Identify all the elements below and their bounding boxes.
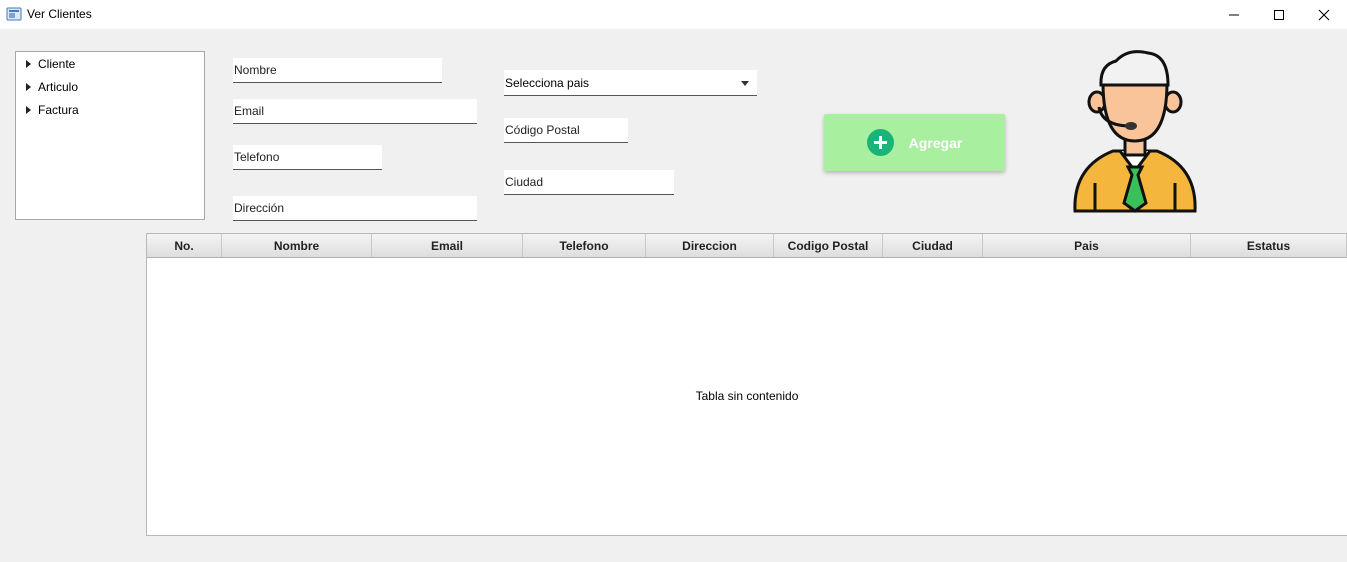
ciudad-input[interactable] — [504, 170, 674, 194]
column-header-estatus[interactable]: Estatus — [1191, 234, 1347, 257]
tree-item-articulo[interactable]: Articulo — [26, 77, 78, 97]
close-button[interactable] — [1301, 0, 1347, 29]
plus-circle-icon — [866, 129, 894, 156]
chevron-down-icon[interactable] — [741, 81, 749, 86]
expand-arrow-icon[interactable] — [26, 60, 31, 68]
table-header: No. Nombre Email Telefono Direccion Codi… — [147, 234, 1347, 258]
column-header-nombre[interactable]: Nombre — [222, 234, 372, 257]
agregar-button[interactable]: Agregar — [824, 114, 1005, 171]
email-field — [233, 99, 477, 124]
minimize-button[interactable] — [1211, 0, 1257, 29]
column-header-telefono[interactable]: Telefono — [523, 234, 646, 257]
title-bar: Ver Clientes — [0, 0, 1347, 29]
tree-item-label: Cliente — [38, 57, 76, 71]
ciudad-field — [504, 170, 674, 195]
minimize-icon — [1229, 14, 1239, 15]
column-header-no[interactable]: No. — [147, 234, 222, 257]
column-header-ciudad[interactable]: Ciudad — [883, 234, 983, 257]
codigo-postal-field — [504, 118, 628, 143]
telefono-field — [233, 145, 382, 170]
nombre-field — [233, 58, 442, 83]
expand-arrow-icon[interactable] — [26, 83, 31, 91]
column-header-direccion[interactable]: Direccion — [646, 234, 774, 257]
support-agent-icon — [1073, 50, 1197, 213]
column-header-pais[interactable]: Pais — [983, 234, 1191, 257]
pais-select-value: Selecciona pais — [505, 76, 590, 90]
window-title: Ver Clientes — [27, 7, 92, 21]
main-content: Cliente Articulo Factura Selecciona pais… — [0, 29, 1347, 562]
column-header-email[interactable]: Email — [372, 234, 523, 257]
tree-item-factura[interactable]: Factura — [26, 100, 79, 120]
email-input[interactable] — [233, 99, 477, 123]
telefono-input[interactable] — [233, 145, 382, 169]
close-icon — [1318, 9, 1330, 20]
pais-select[interactable]: Selecciona pais — [504, 70, 757, 96]
navigation-tree: Cliente Articulo Factura — [15, 51, 205, 220]
agregar-button-label: Agregar — [908, 134, 963, 151]
direccion-field — [233, 196, 477, 221]
expand-arrow-icon[interactable] — [26, 106, 31, 114]
direccion-input[interactable] — [233, 196, 477, 220]
tree-item-label: Factura — [38, 103, 79, 117]
tree-item-cliente[interactable]: Cliente — [26, 54, 75, 74]
codigo-postal-input[interactable] — [504, 118, 628, 142]
column-header-codigo-postal[interactable]: Codigo Postal — [774, 234, 883, 257]
tree-item-label: Articulo — [38, 80, 79, 94]
maximize-icon — [1274, 9, 1284, 20]
app-icon — [6, 7, 22, 21]
clientes-table: No. Nombre Email Telefono Direccion Codi… — [146, 233, 1347, 536]
maximize-button[interactable] — [1256, 0, 1302, 29]
nombre-input[interactable] — [233, 58, 442, 82]
empty-table-message: Tabla sin contenido — [695, 389, 799, 403]
